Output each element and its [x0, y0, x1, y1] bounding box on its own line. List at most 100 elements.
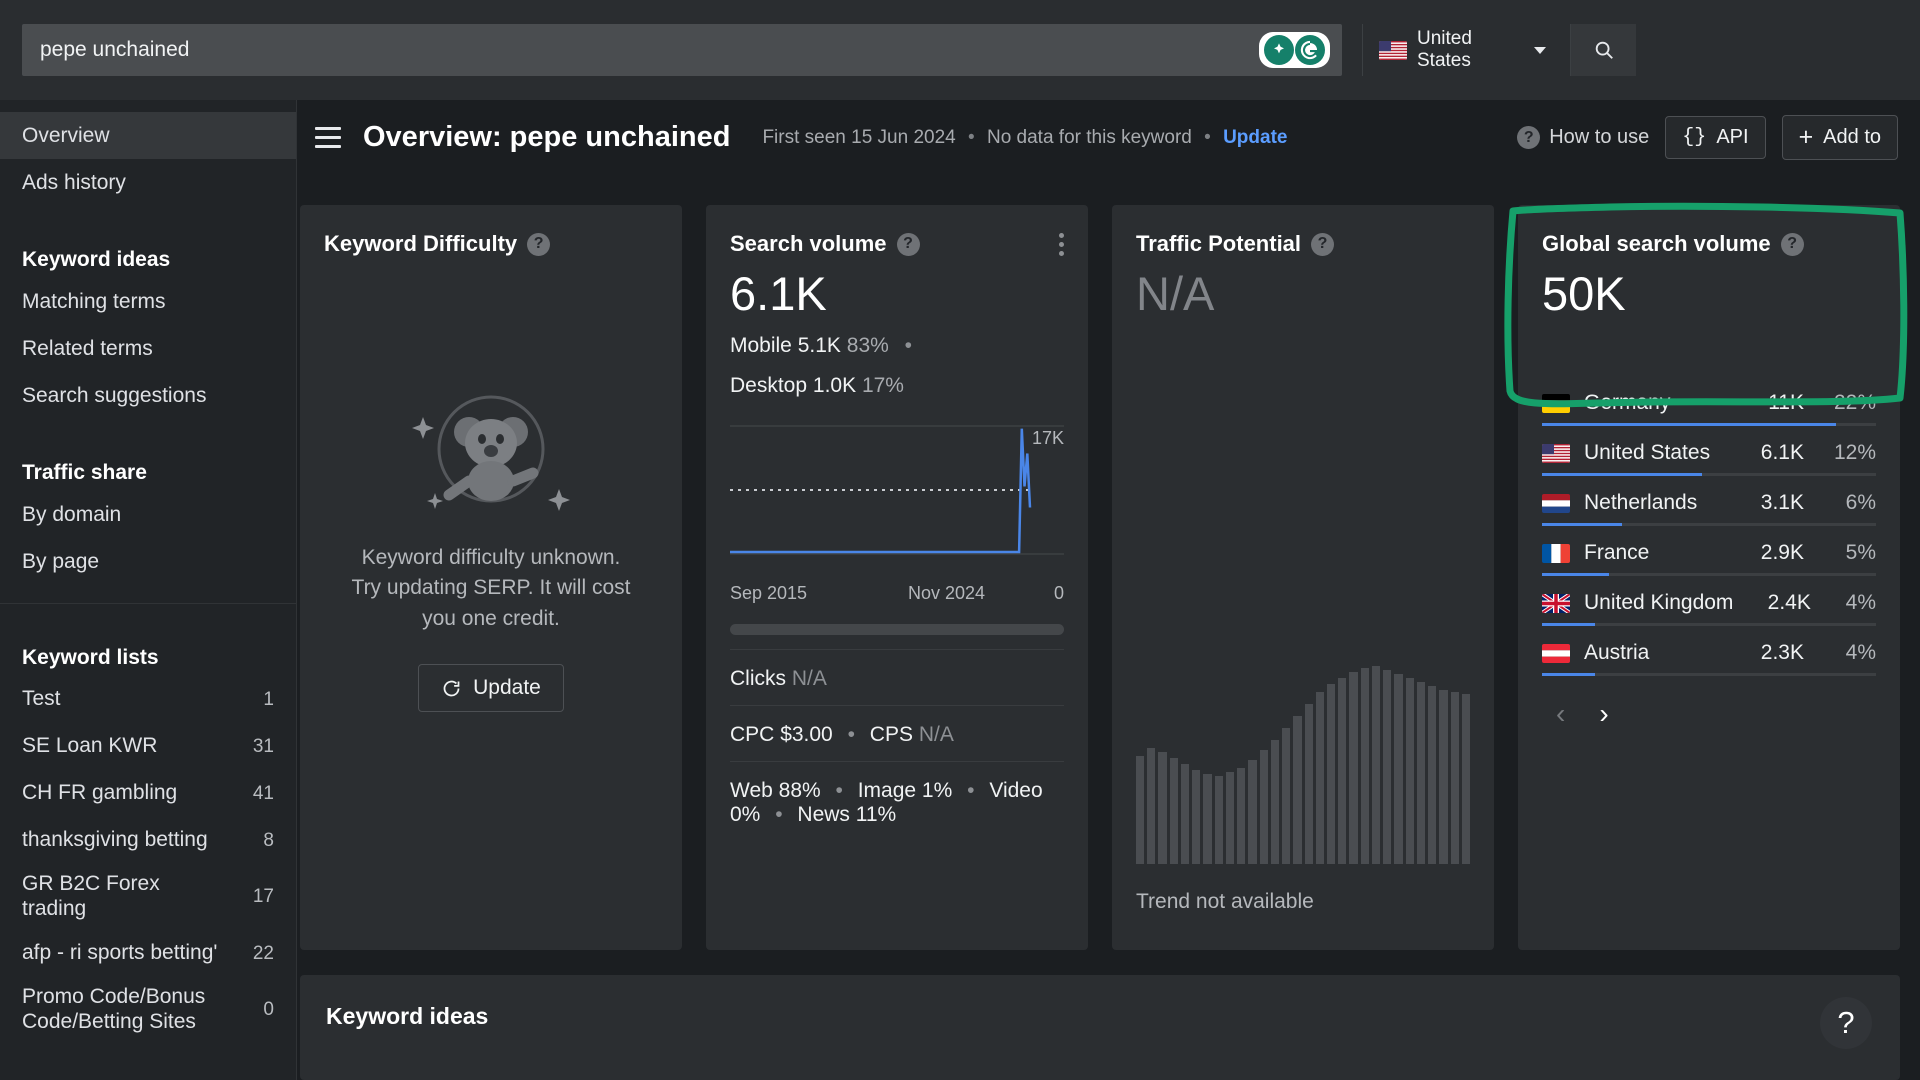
grammarly-widget[interactable]	[1259, 32, 1330, 68]
gsv-country-row[interactable]: France2.9K5%	[1542, 530, 1876, 576]
kebab-menu-icon[interactable]	[1059, 233, 1064, 256]
sv-mobile-value: 5.1K	[798, 334, 841, 357]
list-count: 17	[253, 886, 274, 908]
sidebar-list-gr-b2c-forex-trading[interactable]: GR B2C Forex trading 17	[0, 864, 296, 930]
sidebar: Overview Ads history Keyword ideas Match…	[0, 100, 297, 1080]
grammarly-g-icon[interactable]	[1295, 35, 1325, 65]
traffic-bar	[1192, 770, 1200, 864]
sv-desktop-pct: 17%	[862, 374, 904, 397]
chart-ymax-label: 17K	[1032, 428, 1064, 449]
sv-value: 6.1K	[730, 269, 1064, 318]
gsv-country-name: United States	[1584, 441, 1718, 465]
question-mark-icon[interactable]: ?	[527, 233, 550, 256]
gsv-country-bar-fill	[1542, 523, 1622, 526]
sidebar-list-promo-code-bonus-code-betting-sites[interactable]: Promo Code/Bonus Code/Betting Sites 0	[0, 977, 296, 1043]
sidebar-item-related-terms[interactable]: Related terms	[0, 325, 296, 372]
search-field-wrapper[interactable]	[22, 24, 1342, 76]
sidebar-list-test[interactable]: Test 1	[0, 676, 296, 723]
keyword-ideas-panel: Keyword ideas ?	[300, 975, 1900, 1080]
plus-icon: +	[1799, 125, 1814, 150]
sidebar-heading-keyword-ideas: Keyword ideas	[0, 228, 296, 278]
traffic-bar	[1226, 772, 1234, 864]
gsv-country-row[interactable]: Germany11K22%	[1542, 380, 1876, 426]
country-selector[interactable]: United States	[1362, 24, 1562, 76]
keyword-difficulty-card: Keyword Difficulty ? Key	[300, 205, 682, 950]
chart-xmin-label: Sep 2015	[730, 583, 807, 604]
gsv-pagination: ‹ ›	[1542, 676, 1876, 730]
sidebar-list-thanksgiving-betting[interactable]: thanksgiving betting 8	[0, 817, 296, 864]
sidebar-item-overview[interactable]: Overview	[0, 112, 296, 159]
sidebar-list-afp-ri-sports-betting[interactable]: afp - ri sports betting' 22	[0, 930, 296, 977]
sv-cpc-label: CPC	[730, 723, 774, 746]
traffic-bar	[1417, 682, 1425, 864]
gsv-country-row[interactable]: United Kingdom2.4K4%	[1542, 580, 1876, 626]
search-button[interactable]	[1570, 24, 1636, 76]
sv-clicks-row: Clicks N/A	[730, 649, 1064, 691]
list-count: 1	[263, 689, 274, 711]
sv-mobile-pct: 83%	[847, 334, 889, 357]
header-actions: ? How to use {} API + Add to	[1517, 115, 1898, 160]
gsv-country-bar-fill	[1542, 573, 1609, 576]
search-input[interactable]	[22, 38, 1259, 62]
chevron-left-icon[interactable]: ‹	[1556, 698, 1565, 730]
sidebar-item-ads-history[interactable]: Ads history	[0, 159, 296, 206]
question-mark-icon[interactable]: ?	[1781, 233, 1804, 256]
chevron-right-icon[interactable]: ›	[1599, 698, 1608, 730]
gsv-country-name: United Kingdom	[1584, 591, 1733, 615]
traffic-bar	[1361, 668, 1369, 864]
lightbulb-icon[interactable]	[1264, 35, 1294, 65]
gsv-country-volume: 2.9K	[1732, 541, 1804, 565]
sv-serp-features-row: Web 88% • Image 1% • Video 0% • News 11%	[730, 761, 1064, 827]
sidebar-item-search-suggestions[interactable]: Search suggestions	[0, 372, 296, 419]
help-fab-button[interactable]: ?	[1820, 997, 1872, 1049]
hamburger-icon[interactable]	[315, 127, 341, 148]
meta-dot: •	[968, 127, 975, 148]
traffic-bar	[1327, 684, 1335, 864]
sidebar-list-se-loan-kwr[interactable]: SE Loan KWR 31	[0, 723, 296, 770]
search-volume-trend-chart[interactable]: 17K Sep 2015 Nov 2024 0	[730, 424, 1064, 576]
gsv-country-pct: 5%	[1818, 541, 1876, 565]
tp-card-body: Traffic Potential ? N/A	[1112, 205, 1494, 344]
question-mark-icon[interactable]: ?	[1311, 233, 1334, 256]
traffic-bar	[1383, 670, 1391, 864]
gsv-country-row[interactable]: Austria2.3K4%	[1542, 630, 1876, 676]
gsv-country-pct: 6%	[1818, 491, 1876, 515]
add-to-button[interactable]: + Add to	[1782, 115, 1898, 160]
gsv-country-bar-track	[1542, 523, 1876, 526]
kd-update-button[interactable]: Update	[418, 664, 564, 712]
sv-desktop-value: 1.0K	[813, 374, 856, 397]
sv-mobile-label: Mobile	[730, 334, 792, 357]
sv-news: News 11%	[797, 803, 896, 826]
sv-clicks-label: Clicks	[730, 667, 786, 690]
sidebar-item-by-page[interactable]: By page	[0, 538, 296, 585]
gsv-country-row[interactable]: United States6.1K12%	[1542, 430, 1876, 476]
keyword-ideas-heading: Keyword ideas	[326, 1003, 1874, 1030]
tp-note: Trend not available	[1136, 890, 1314, 914]
gsv-country-volume: 2.3K	[1732, 641, 1804, 665]
gsv-country-volume: 3.1K	[1732, 491, 1804, 515]
chart-range-scrollbar[interactable]	[730, 624, 1064, 635]
at-flag-icon	[1542, 644, 1570, 663]
gsv-country-row[interactable]: Netherlands3.1K6%	[1542, 480, 1876, 526]
sidebar-item-by-domain[interactable]: By domain	[0, 491, 296, 538]
refresh-icon	[441, 678, 462, 699]
gsv-card-body: Global search volume ? 50K Germany11K22%…	[1518, 205, 1900, 756]
list-label: Promo Code/Bonus Code/Betting Sites	[22, 985, 232, 1035]
traffic-potential-card: Traffic Potential ? N/A Trend not availa…	[1112, 205, 1494, 950]
metrics-cards-row: Keyword Difficulty ? Key	[300, 205, 1900, 950]
api-button[interactable]: {} API	[1665, 116, 1765, 159]
gsv-country-volume: 2.4K	[1747, 591, 1810, 615]
sv-card-body: Search volume ? 6.1K Mobile 5.1K 83% • D…	[706, 205, 1088, 853]
traffic-bar	[1203, 774, 1211, 864]
sidebar-item-matching-terms[interactable]: Matching terms	[0, 278, 296, 325]
sidebar-item-label: Matching terms	[22, 290, 166, 314]
sidebar-list-ch-fr-gambling[interactable]: CH FR gambling 41	[0, 770, 296, 817]
sv-image: Image 1%	[858, 779, 953, 802]
sidebar-item-label: By page	[22, 550, 99, 574]
how-to-use-button[interactable]: ? How to use	[1517, 126, 1649, 149]
update-link[interactable]: Update	[1223, 127, 1287, 148]
chart-xmax-label: Nov 2024	[908, 583, 985, 604]
question-mark-icon[interactable]: ?	[897, 233, 920, 256]
gsv-country-bar-track	[1542, 623, 1876, 626]
chevron-down-icon[interactable]	[1534, 47, 1546, 54]
